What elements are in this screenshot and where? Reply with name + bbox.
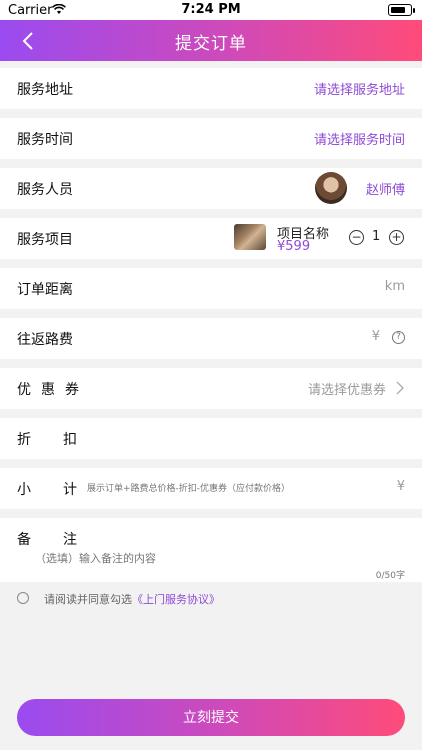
navbar: 提交订单 [0,20,422,61]
help-icon[interactable]: ? [392,331,405,344]
remark-char-count: 0/50字 [375,571,405,581]
item-price: ¥599 [277,239,311,254]
order-distance-label: 订单距离 [17,282,73,298]
subtotal-currency: ¥ [396,479,405,494]
service-time-label: 服务时间 [17,132,73,148]
distance-unit: km [384,279,405,294]
round-trip-fare-label: 往返路费 [17,332,73,348]
agreement-radio[interactable] [17,592,29,604]
discount-label: 折扣 [17,432,109,448]
agreement-text: 请阅读并同意勾选《上门服务协议》 [44,591,220,607]
service-address-select[interactable]: 请选择服务地址 [314,79,405,98]
subtotal-row: 小计 展示订单+路费总价格-折扣-优惠券（应付款价格） ¥ [0,468,422,509]
discount-row: 折扣 [0,418,422,459]
chevron-right-icon[interactable] [395,380,405,396]
item-quantity: 1 [372,229,381,244]
status-bar: Carrier 7:24 PM [0,0,422,20]
agreement-link[interactable]: 《上门服务协议》 [132,593,220,606]
submit-button[interactable]: 立刻提交 [17,699,405,736]
agreement-prefix: 请阅读并同意勾选 [44,593,132,606]
service-staff-row[interactable]: 服务人员 赵师傅 [0,168,422,209]
remark-section[interactable]: 备注 （选填）输入备注的内容 0/50字 [0,518,422,582]
round-trip-fare-row: 往返路费 ¥ ? [0,318,422,359]
plus-icon[interactable]: + [389,230,404,245]
minus-icon[interactable]: − [349,230,364,245]
service-time-select[interactable]: 请选择服务时间 [314,129,405,148]
remark-label: 备注 [17,532,109,548]
agreement-row: 请阅读并同意勾选《上门服务协议》 [0,582,422,612]
staff-name: 赵师傅 [365,183,405,198]
staff-avatar [315,172,347,204]
status-time: 7:24 PM [181,2,241,17]
service-address-label: 服务地址 [17,82,73,98]
coupon-row[interactable]: 优惠券 请选择优惠券 [0,368,422,409]
coupon-label: 优惠券 [17,382,89,398]
subtotal-note: 展示订单+路费总价格-折扣-优惠券（应付款价格） [87,484,291,494]
battery-icon [388,4,415,16]
remark-input[interactable]: （选填）输入备注的内容 [35,550,156,566]
order-distance-row: 订单距离 km [0,268,422,309]
page-title: 提交订单 [175,34,247,54]
service-staff-label: 服务人员 [17,182,73,198]
item-thumbnail [234,224,266,250]
service-time-row[interactable]: 服务时间 请选择服务时间 [0,118,422,159]
service-item-label: 服务项目 [17,232,73,248]
service-item-row: 服务项目 项目名称 ¥599 − 1 + [0,218,422,259]
service-address-row[interactable]: 服务地址 请选择服务地址 [0,68,422,109]
coupon-select[interactable]: 请选择优惠券 [308,379,386,398]
fare-currency: ¥ [371,329,380,344]
